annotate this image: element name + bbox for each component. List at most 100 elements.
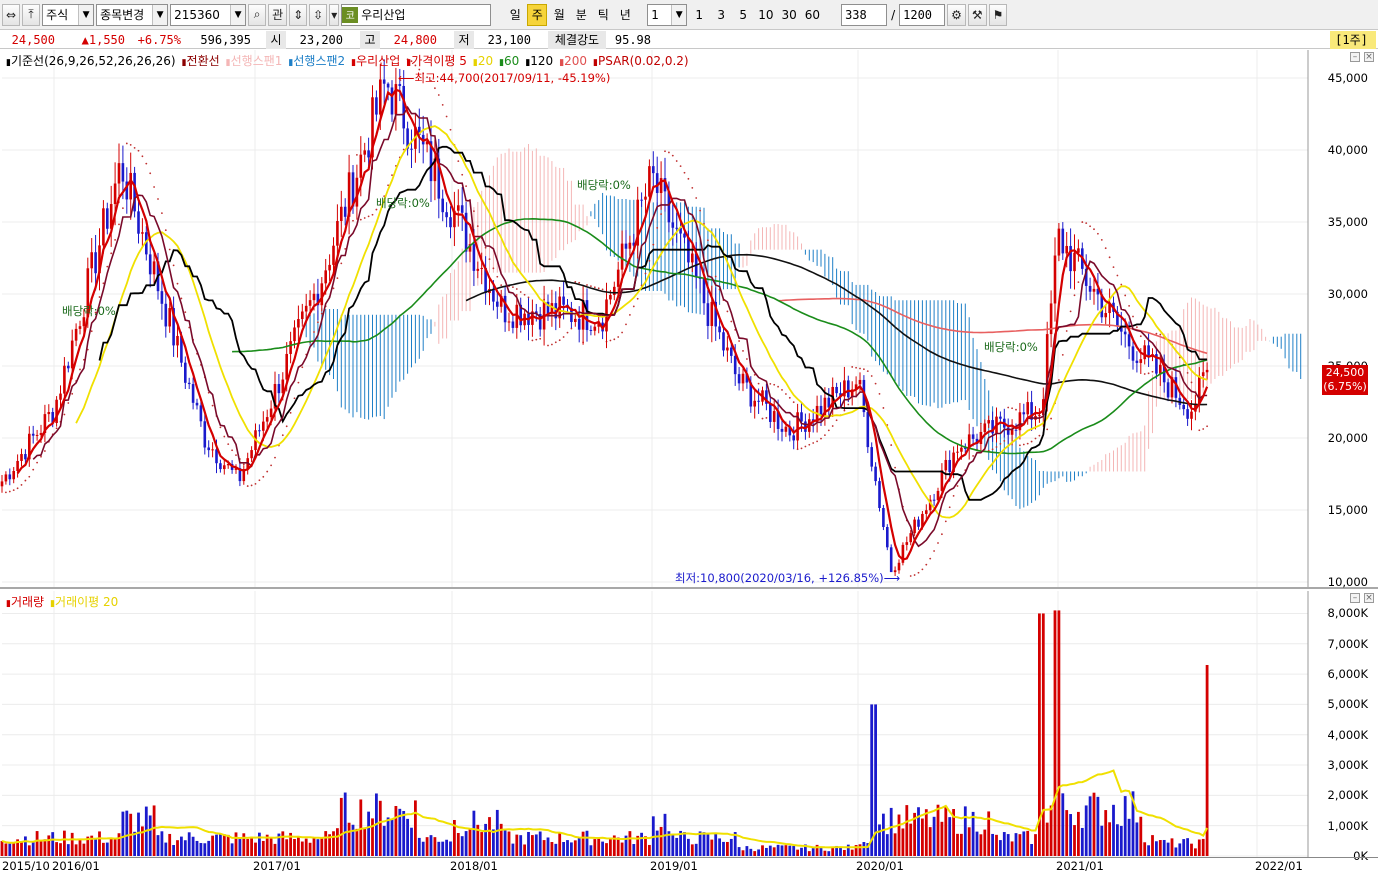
minimize-icon[interactable]: – — [1350, 52, 1360, 62]
volume-chart[interactable] — [0, 591, 1378, 857]
legend-item[interactable]: ▮전환선 — [182, 54, 223, 68]
legend-item[interactable]: ▮PSAR(0.02,0.2) — [593, 54, 692, 68]
period-tick[interactable]: 틱 — [593, 4, 613, 26]
pin-icon[interactable]: ⤒ — [22, 3, 41, 26]
settings-icon[interactable]: ⚙ — [947, 3, 966, 26]
legend-item[interactable]: ▮20 — [473, 54, 496, 68]
minimize-icon[interactable]: – — [1350, 593, 1360, 603]
volume-bar — [519, 835, 523, 856]
volume-bar — [609, 838, 612, 856]
window-link-icon[interactable]: ⇔ — [2, 3, 21, 26]
psar-dot — [281, 434, 284, 437]
candle-body — [733, 355, 737, 375]
watch-button[interactable]: 관 — [268, 3, 288, 26]
indicator-icon[interactable]: ⚑ — [988, 3, 1008, 26]
legend-item[interactable]: ▮기준선(26,9,26,52,26,26,26) — [6, 54, 179, 68]
psar-dot — [500, 284, 503, 287]
interval-10[interactable]: 10 — [755, 4, 776, 26]
interval-5[interactable]: 5 — [733, 4, 753, 26]
candle-body — [1159, 364, 1162, 374]
stock-name-field[interactable]: 코 우리산업 — [341, 3, 492, 26]
candle-body — [710, 301, 714, 326]
psar-dot — [894, 466, 896, 469]
dropdown-icon[interactable]: ▾ — [329, 3, 340, 26]
legend-item[interactable]: ▮120 — [525, 54, 556, 68]
legend-item[interactable]: ▮선행스팬2 — [288, 54, 348, 68]
psar-dot — [352, 219, 354, 222]
legend-item[interactable]: ▮200 — [559, 54, 590, 68]
candle-body — [511, 321, 515, 328]
legend-item[interactable]: ▮거래이평 20 — [50, 595, 121, 609]
market-select[interactable]: 주식 ▼ — [42, 3, 95, 26]
legend-item[interactable]: ▮거래량 — [6, 595, 47, 609]
period-week[interactable]: 주 — [527, 3, 548, 26]
volume-bar — [484, 823, 487, 856]
candle-body — [866, 412, 870, 448]
volume-bar — [137, 812, 140, 856]
search-icon[interactable]: ⌕ — [248, 3, 267, 26]
volume-bar — [351, 824, 355, 856]
volume-bar — [31, 841, 35, 856]
psar-dot — [656, 226, 659, 229]
psar-dot — [593, 286, 596, 289]
interval-30[interactable]: 30 — [779, 4, 800, 26]
legend-item[interactable]: ▮우리산업 — [351, 54, 403, 68]
count-input[interactable]: 338 — [841, 3, 888, 26]
candle-body — [652, 166, 655, 174]
legend-item[interactable]: ▮선행스팬1 — [226, 54, 286, 68]
volume-bar — [944, 805, 948, 856]
legend-label: 전환선 — [186, 54, 220, 68]
volume-bar — [928, 827, 932, 856]
psar-dot — [145, 162, 148, 165]
interval-1[interactable]: 1 — [689, 4, 709, 26]
period-day[interactable]: 일 — [505, 4, 525, 26]
volume-bar — [870, 704, 874, 856]
period-tag[interactable]: [1주] — [1330, 31, 1376, 49]
volume-bar — [1205, 664, 1209, 856]
scroll-icon[interactable]: ⇕ — [289, 3, 308, 26]
panel-controls[interactable]: – × — [1350, 593, 1374, 603]
psar-dot — [242, 463, 245, 466]
period-year[interactable]: 년 — [615, 4, 635, 26]
volume-bar — [585, 830, 589, 856]
psar-dot — [250, 484, 253, 487]
candle-body — [609, 294, 612, 300]
volume-bar — [862, 842, 866, 856]
volume-bar — [1166, 842, 1170, 856]
close-icon[interactable]: × — [1364, 52, 1374, 62]
price-axis-label: 45,000 — [1327, 71, 1368, 85]
volume-bar — [589, 845, 593, 856]
interval-3[interactable]: 3 — [711, 4, 731, 26]
candle-body — [472, 244, 476, 271]
psar-dot — [1159, 333, 1162, 336]
period-minute[interactable]: 분 — [571, 4, 591, 26]
mode-select[interactable]: 종목변경 ▼ — [96, 3, 169, 26]
candle-body — [620, 243, 624, 270]
volume-chart-panel[interactable]: ▮거래량 ▮거래이평 20 – × 8,000K 7,000K 6,000K 5,000K… — [0, 591, 1378, 863]
price-chart[interactable] — [0, 50, 1378, 587]
close-icon[interactable]: × — [1364, 593, 1374, 603]
period-month[interactable]: 월 — [549, 4, 569, 26]
tools-icon[interactable]: ⚒ — [967, 3, 987, 26]
volume-bar — [616, 837, 620, 856]
current-price-marker-pct: (6.75%) — [1323, 380, 1367, 393]
candle-body — [386, 83, 390, 88]
stock-code-input[interactable]: 215360 ▼ — [170, 3, 247, 26]
candle-body — [148, 254, 152, 275]
total-input[interactable]: 1200 — [899, 3, 946, 26]
legend-item[interactable]: ▮가격이평 5 — [406, 54, 470, 68]
volume-bar — [1026, 830, 1030, 856]
interval-select[interactable]: 1 ▼ — [647, 3, 688, 26]
panel-controls[interactable]: – × — [1350, 52, 1374, 62]
interval-60[interactable]: 60 — [802, 4, 823, 26]
stepper-icon[interactable]: ⇳ — [309, 3, 328, 26]
price-chart-panel[interactable]: ▮기준선(26,9,26,52,26,26,26) ▮전환선 ▮선행스팬1 ▮선행스팬… — [0, 50, 1378, 589]
volume-bar — [597, 837, 601, 856]
candle-body — [847, 380, 850, 398]
candle-body — [203, 421, 207, 448]
volume-bar — [714, 833, 718, 856]
legend-item[interactable]: ▮60 — [499, 54, 522, 68]
volume-bar — [1201, 838, 1205, 856]
volume-bar — [495, 809, 499, 856]
volume-bar — [1162, 839, 1166, 856]
